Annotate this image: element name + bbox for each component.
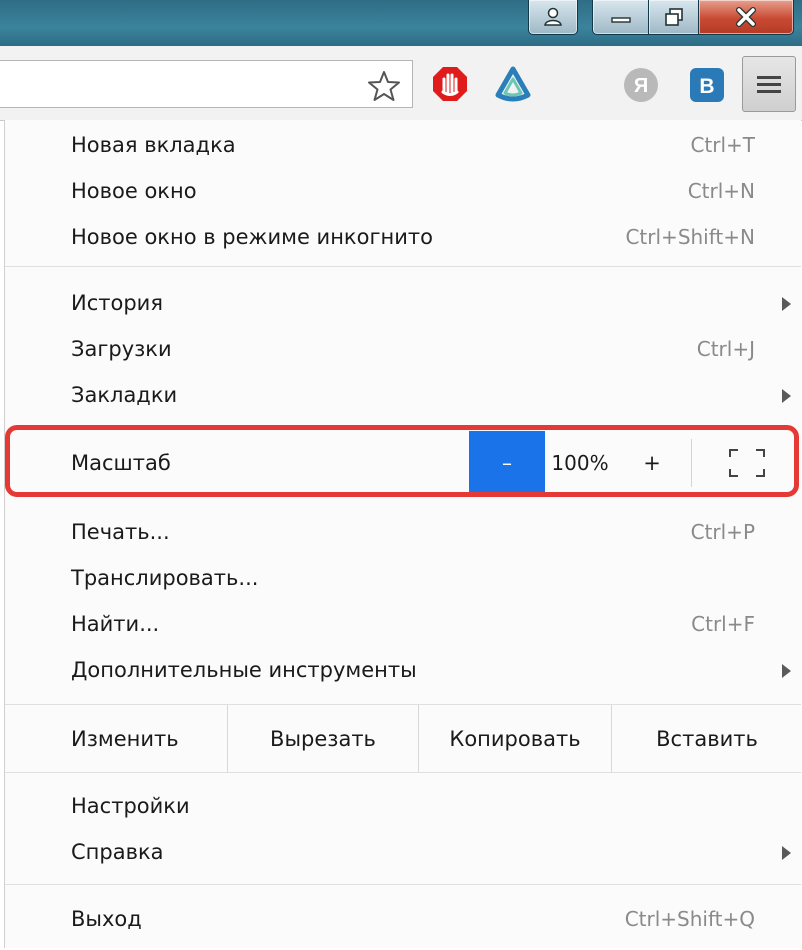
menu-separator <box>5 884 801 885</box>
menu-item-label: Дополнительные инструменты <box>71 658 417 682</box>
main-menu-button[interactable] <box>742 56 796 112</box>
menu-item-shortcut: Ctrl+Shift+N <box>625 225 755 249</box>
menu-item-find[interactable]: Найти... Ctrl+F <box>5 601 801 647</box>
vk-letter: B <box>699 75 714 98</box>
bookmark-star-button[interactable] <box>364 66 404 106</box>
zoom-highlight-frame <box>5 425 799 497</box>
copy-button[interactable]: Копировать <box>418 705 611 773</box>
menu-item-help[interactable]: Справка <box>5 829 801 875</box>
submenu-arrow-icon <box>782 389 791 403</box>
close-window-button[interactable] <box>698 0 794 35</box>
edit-row: Изменить Вырезать Копировать Вставить <box>5 705 801 773</box>
menu-item-shortcut: Ctrl+F <box>691 612 755 636</box>
yandex-extension-button[interactable]: Я <box>622 66 660 104</box>
menu-item-downloads[interactable]: Загрузки Ctrl+J <box>5 326 801 372</box>
menu-item-label: Печать... <box>71 520 170 544</box>
menu-item-cast[interactable]: Транслировать... <box>5 555 801 601</box>
menu-item-shortcut: Ctrl+P <box>690 520 755 544</box>
yandex-letter: Я <box>634 75 648 97</box>
hamburger-icon <box>757 76 781 93</box>
menu-item-new-window[interactable]: Новое окно Ctrl+N <box>5 168 801 214</box>
submenu-arrow-icon <box>782 297 791 311</box>
minimize-button[interactable] <box>592 0 650 35</box>
menu-item-more-tools[interactable]: Дополнительные инструменты <box>5 647 801 693</box>
menu-item-bookmarks[interactable]: Закладки <box>5 372 801 418</box>
extension-icon <box>495 66 531 102</box>
user-icon <box>544 7 562 26</box>
menu-item-incognito-window[interactable]: Новое окно в режиме инкогнито Ctrl+Shift… <box>5 214 801 260</box>
vk-extension-button[interactable]: B <box>688 66 726 104</box>
user-profile-button[interactable] <box>528 0 578 35</box>
adblock-extension-button[interactable] <box>430 64 470 104</box>
menu-item-label: Закладки <box>71 383 178 407</box>
browser-toolbar: Я B <box>0 46 802 121</box>
menu-item-label: Новое окно <box>71 179 197 203</box>
menu-separator <box>5 772 801 773</box>
menu-item-history[interactable]: История <box>5 280 801 326</box>
menu-item-label: Загрузки <box>71 337 172 361</box>
address-bar[interactable] <box>0 60 413 108</box>
menu-item-label: Новое окно в режиме инкогнито <box>71 225 433 249</box>
menu-item-shortcut: Ctrl+T <box>690 133 755 157</box>
menu-separator <box>5 266 801 267</box>
menu-item-label: Настройки <box>71 794 190 818</box>
menu-item-label: Справка <box>71 840 164 864</box>
extension-button[interactable] <box>492 64 534 106</box>
menu-item-new-tab[interactable]: Новая вкладка Ctrl+T <box>5 122 801 168</box>
edit-label: Изменить <box>71 727 179 751</box>
main-menu-dropdown: Новая вкладка Ctrl+T Новое окно Ctrl+N Н… <box>4 120 801 948</box>
window-titlebar <box>0 0 802 46</box>
restore-button[interactable] <box>648 0 700 35</box>
menu-item-label: Найти... <box>71 612 160 636</box>
cut-button[interactable]: Вырезать <box>227 705 418 773</box>
restore-icon <box>665 8 683 26</box>
vk-icon: B <box>690 68 724 102</box>
menu-item-label: Транслировать... <box>71 566 259 590</box>
yandex-icon: Я <box>624 68 658 102</box>
menu-item-shortcut: Ctrl+N <box>687 179 755 203</box>
menu-item-label: Новая вкладка <box>71 133 236 157</box>
paste-button[interactable]: Вставить <box>611 705 802 773</box>
adblock-icon <box>433 67 467 101</box>
submenu-arrow-icon <box>782 664 791 678</box>
submenu-arrow-icon <box>782 846 791 860</box>
menu-item-label: История <box>71 291 163 315</box>
menu-item-label: Выход <box>71 907 142 931</box>
minimize-icon <box>611 17 631 23</box>
menu-item-shortcut: Ctrl+Shift+Q <box>624 907 755 931</box>
close-icon <box>736 7 756 27</box>
menu-item-print[interactable]: Печать... Ctrl+P <box>5 509 801 555</box>
menu-item-exit[interactable]: Выход Ctrl+Shift+Q <box>5 896 801 942</box>
menu-item-shortcut: Ctrl+J <box>696 337 755 361</box>
bookmark-star-icon <box>368 71 400 101</box>
menu-item-settings[interactable]: Настройки <box>5 783 801 829</box>
